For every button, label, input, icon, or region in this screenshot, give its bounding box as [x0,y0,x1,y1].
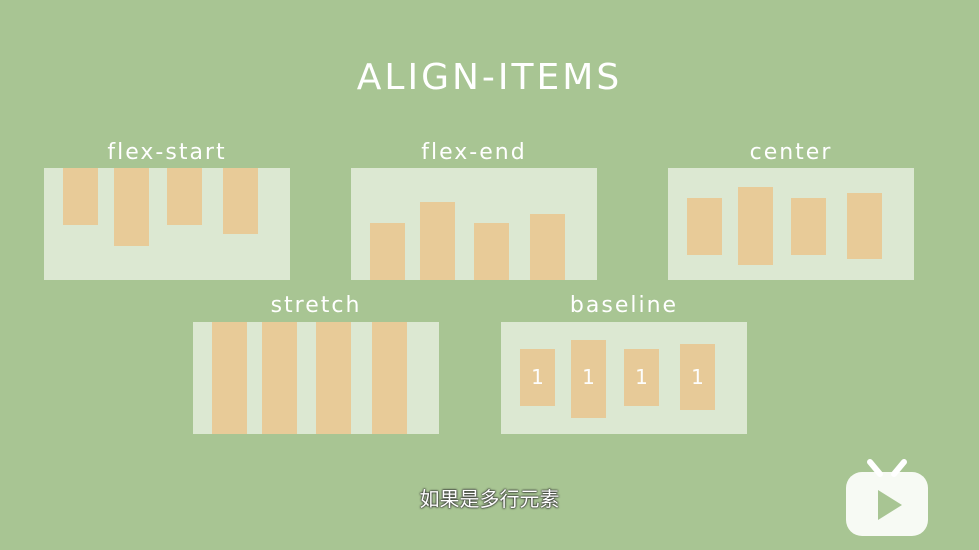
stretch-label: stretch [270,293,362,318]
baseline-panel: 1 1 1 1 [501,322,747,434]
flex-item: 1 [571,340,606,418]
baseline-item-text: 1 [635,365,648,389]
flex-item [316,322,351,434]
flex-item [738,187,773,265]
flex-item [791,198,826,255]
flex-item [223,168,258,234]
baseline-item-text: 1 [691,365,704,389]
flex-item [167,168,202,225]
flex-end-label: flex-end [421,140,527,165]
center-label: center [749,140,833,165]
flex-item [63,168,98,225]
flex-item: 1 [680,344,715,410]
center-panel [668,168,914,280]
flex-item [212,322,247,434]
flex-item [372,322,407,434]
flex-item [420,202,455,280]
flex-item [474,223,509,280]
flex-item [847,193,882,259]
flex-item: 1 [520,349,555,406]
flex-item [370,223,405,280]
page-title: ALIGN-ITEMS [356,57,623,98]
flex-item [262,322,297,434]
baseline-item-text: 1 [531,365,544,389]
flex-start-label: flex-start [107,140,227,165]
baseline-item-text: 1 [582,365,595,389]
flex-item [687,198,722,255]
flex-item: 1 [624,349,659,406]
subtitle-caption: 如果是多行元素 [419,487,560,511]
tv-play-icon [842,456,932,538]
flex-item [530,214,565,280]
baseline-label: baseline [569,293,679,318]
flex-item [114,168,149,246]
stretch-panel [193,322,439,434]
flex-end-panel [351,168,597,280]
flex-start-panel [44,168,290,280]
